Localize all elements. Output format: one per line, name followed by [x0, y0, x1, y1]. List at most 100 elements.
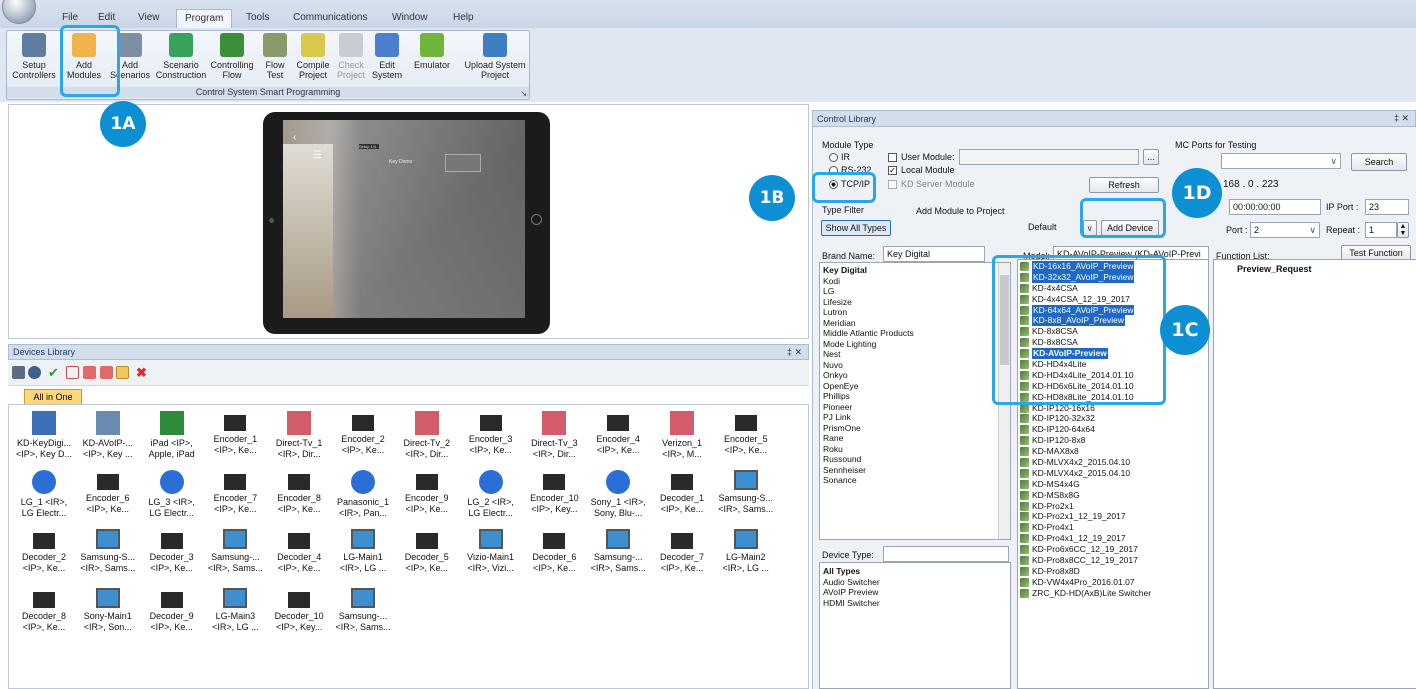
- menu-window[interactable]: Window: [392, 12, 428, 23]
- flow-test-button[interactable]: Flow Test: [261, 33, 289, 87]
- device-item[interactable]: Decoder_9 <IP>, Ke...: [139, 588, 205, 633]
- user-module-checkbox[interactable]: [888, 153, 897, 162]
- repeat-field[interactable]: 1: [1365, 222, 1397, 238]
- device-item[interactable]: LG-Main2 <IR>, LG ...: [713, 529, 779, 574]
- brand-list-item[interactable]: Middle Atlantic Products: [820, 328, 1010, 339]
- brand-list-item[interactable]: Rane: [820, 433, 1010, 444]
- brand-list-item[interactable]: Russound: [820, 454, 1010, 465]
- device-type-field[interactable]: [883, 546, 1009, 562]
- device-item[interactable]: Encoder_8 <IP>, Ke...: [266, 470, 332, 515]
- settings-icon[interactable]: [28, 366, 41, 379]
- check-project-button[interactable]: Check Project: [332, 33, 370, 87]
- brand-list-item[interactable]: Lutron: [820, 307, 1010, 318]
- mc-port-dropdown[interactable]: [1221, 153, 1341, 169]
- model-list-item[interactable]: KD-Pro8x8D: [1018, 566, 1208, 577]
- model-list-item[interactable]: KD-MAX8x8: [1018, 446, 1208, 457]
- device-item[interactable]: LG-Main3 <IR>, LG ...: [202, 588, 268, 633]
- brand-list-item[interactable]: Mode Lighting: [820, 339, 1010, 350]
- radio-ir[interactable]: [829, 153, 838, 162]
- menu-view[interactable]: View: [138, 12, 160, 23]
- function-list[interactable]: Preview_Request: [1213, 259, 1416, 689]
- device-item[interactable]: Decoder_3 <IP>, Ke...: [139, 529, 205, 574]
- brand-list-item[interactable]: Onkyo: [820, 370, 1010, 381]
- device-item[interactable]: Samsung-... <IR>, Sams...: [202, 529, 268, 574]
- device-item[interactable]: Vizio-Main1 <IR>, Vizi...: [458, 529, 524, 574]
- model-list-item[interactable]: KD-IP120-32x32: [1018, 413, 1208, 424]
- user-module-field[interactable]: [959, 149, 1139, 165]
- model-list-item[interactable]: KD-IP120-64x64: [1018, 424, 1208, 435]
- menu-program[interactable]: Program: [176, 9, 233, 28]
- device-item[interactable]: Encoder_10 <IP>, Key...: [521, 470, 587, 515]
- device-item[interactable]: Decoder_6 <IP>, Ke...: [521, 529, 587, 574]
- check-icon[interactable]: ✔: [48, 366, 61, 379]
- brand-name-field[interactable]: Key Digital: [883, 246, 985, 262]
- browse-button[interactable]: ...: [1143, 149, 1159, 165]
- device-item[interactable]: Decoder_10 <IP>, Key...: [266, 588, 332, 633]
- model-list-item[interactable]: KD-Pro4x1: [1018, 522, 1208, 533]
- brand-list-item[interactable]: Pioneer: [820, 402, 1010, 413]
- upload-system-project-button[interactable]: Upload System Project: [461, 33, 529, 87]
- new-icon[interactable]: [66, 366, 79, 379]
- controlling-flow-button[interactable]: Controlling Flow: [207, 33, 257, 87]
- menu-help[interactable]: Help: [453, 12, 474, 23]
- brand-list-item[interactable]: Nuvo: [820, 360, 1010, 371]
- sliders-icon[interactable]: ☰: [313, 150, 322, 161]
- screen-widget[interactable]: [445, 154, 481, 172]
- device-item[interactable]: Direct-Tv_3 <IR>, Dir...: [521, 411, 587, 460]
- ip-port-field[interactable]: 23: [1365, 199, 1409, 215]
- application-orb-icon[interactable]: [2, 0, 36, 24]
- model-list-item[interactable]: KD-Pro2x1: [1018, 501, 1208, 512]
- local-module-checkbox[interactable]: ✓: [888, 166, 897, 175]
- device-item[interactable]: Decoder_1 <IP>, Ke...: [649, 470, 715, 515]
- device-item[interactable]: KD-KeyDigi... <IP>, Key D...: [11, 411, 77, 460]
- device-item[interactable]: Samsung-... <IR>, Sams...: [585, 529, 651, 574]
- device-item[interactable]: Decoder_2 <IP>, Ke...: [11, 529, 77, 574]
- brand-list-item[interactable]: Key Digital: [820, 265, 1010, 276]
- model-list-item[interactable]: KD-MLVX4x2_2015.04.10: [1018, 468, 1208, 479]
- menu-edit[interactable]: Edit: [98, 12, 115, 23]
- brand-list-item[interactable]: Sennheiser: [820, 465, 1010, 476]
- model-list-item[interactable]: KD-MS4x4G: [1018, 479, 1208, 490]
- brand-list-item[interactable]: Nest: [820, 349, 1010, 360]
- repeat-spinner-icon[interactable]: ▲ ▼: [1397, 222, 1409, 238]
- brand-list-item[interactable]: OpenEye: [820, 381, 1010, 392]
- folder-icon[interactable]: [116, 366, 129, 379]
- model-list-item[interactable]: KD-Pro4x1_12_19_2017: [1018, 533, 1208, 544]
- device-item[interactable]: Decoder_8 <IP>, Ke...: [11, 588, 77, 633]
- port-dropdown[interactable]: 2: [1250, 222, 1320, 238]
- device-type-list[interactable]: All Types Audio Switcher AVoIP Preview HDMI…: [819, 562, 1011, 689]
- device-type-item[interactable]: AVoIP Preview: [820, 587, 1010, 598]
- compile-project-button[interactable]: Compile Project: [293, 33, 333, 87]
- device-item[interactable]: Decoder_7 <IP>, Ke...: [649, 529, 715, 574]
- device-item[interactable]: Samsung-S... <IR>, Sams...: [713, 470, 779, 515]
- device-item[interactable]: Encoder_9 <IP>, Ke...: [394, 470, 460, 515]
- brand-list-item[interactable]: Meridian: [820, 318, 1010, 329]
- device-item[interactable]: Direct-Tv_2 <IR>, Dir...: [394, 411, 460, 460]
- refresh-button[interactable]: Refresh: [1089, 177, 1159, 193]
- device-item[interactable]: LG_1 <IR>, LG Electr...: [11, 470, 77, 519]
- brand-list-item[interactable]: LG: [820, 286, 1010, 297]
- brand-list-item[interactable]: PJ Link: [820, 412, 1010, 423]
- tab-all-in-one[interactable]: All in One: [24, 389, 82, 404]
- device-item[interactable]: Encoder_5 <IP>, Ke...: [713, 411, 779, 456]
- device-item[interactable]: Encoder_1 <IP>, Ke...: [202, 411, 268, 456]
- mac-field[interactable]: 00:00:00:00: [1229, 199, 1321, 215]
- model-list-item[interactable]: ZRC_KD-HD(AxB)Lite Switcher: [1018, 588, 1208, 599]
- pin-close-icon[interactable]: ‡ ✕: [787, 347, 802, 358]
- brand-list-item[interactable]: Sonance: [820, 475, 1010, 486]
- ip-address-field[interactable]: 168 . 0 . 223: [1223, 179, 1279, 190]
- device-item[interactable]: Samsung-S... <IR>, Sams...: [75, 529, 141, 574]
- group-launcher-icon[interactable]: ↘: [520, 89, 527, 98]
- model-list-item[interactable]: KD-MLVX4x2_2015.04.10: [1018, 457, 1208, 468]
- brand-list[interactable]: Key Digital Kodi LG Lifesize Lutron Meridian M…: [819, 262, 1011, 540]
- device-item[interactable]: Encoder_2 <IP>, Ke...: [330, 411, 396, 456]
- device-item[interactable]: Sony-Main1 <IR>, Son...: [75, 588, 141, 633]
- pin-close-icon[interactable]: ‡ ✕: [1394, 113, 1409, 124]
- setup-controllers-button[interactable]: Setup Controllers: [9, 33, 59, 87]
- device-item[interactable]: Encoder_4 <IP>, Ke...: [585, 411, 651, 456]
- kd-server-module-checkbox[interactable]: [888, 180, 897, 189]
- brand-list-item[interactable]: Lifesize: [820, 297, 1010, 308]
- model-list-item[interactable]: KD-Pro8x8CC_12_19_2017: [1018, 555, 1208, 566]
- device-item[interactable]: Verizon_1 <IR>, M...: [649, 411, 715, 460]
- search-button[interactable]: Search: [1351, 153, 1407, 171]
